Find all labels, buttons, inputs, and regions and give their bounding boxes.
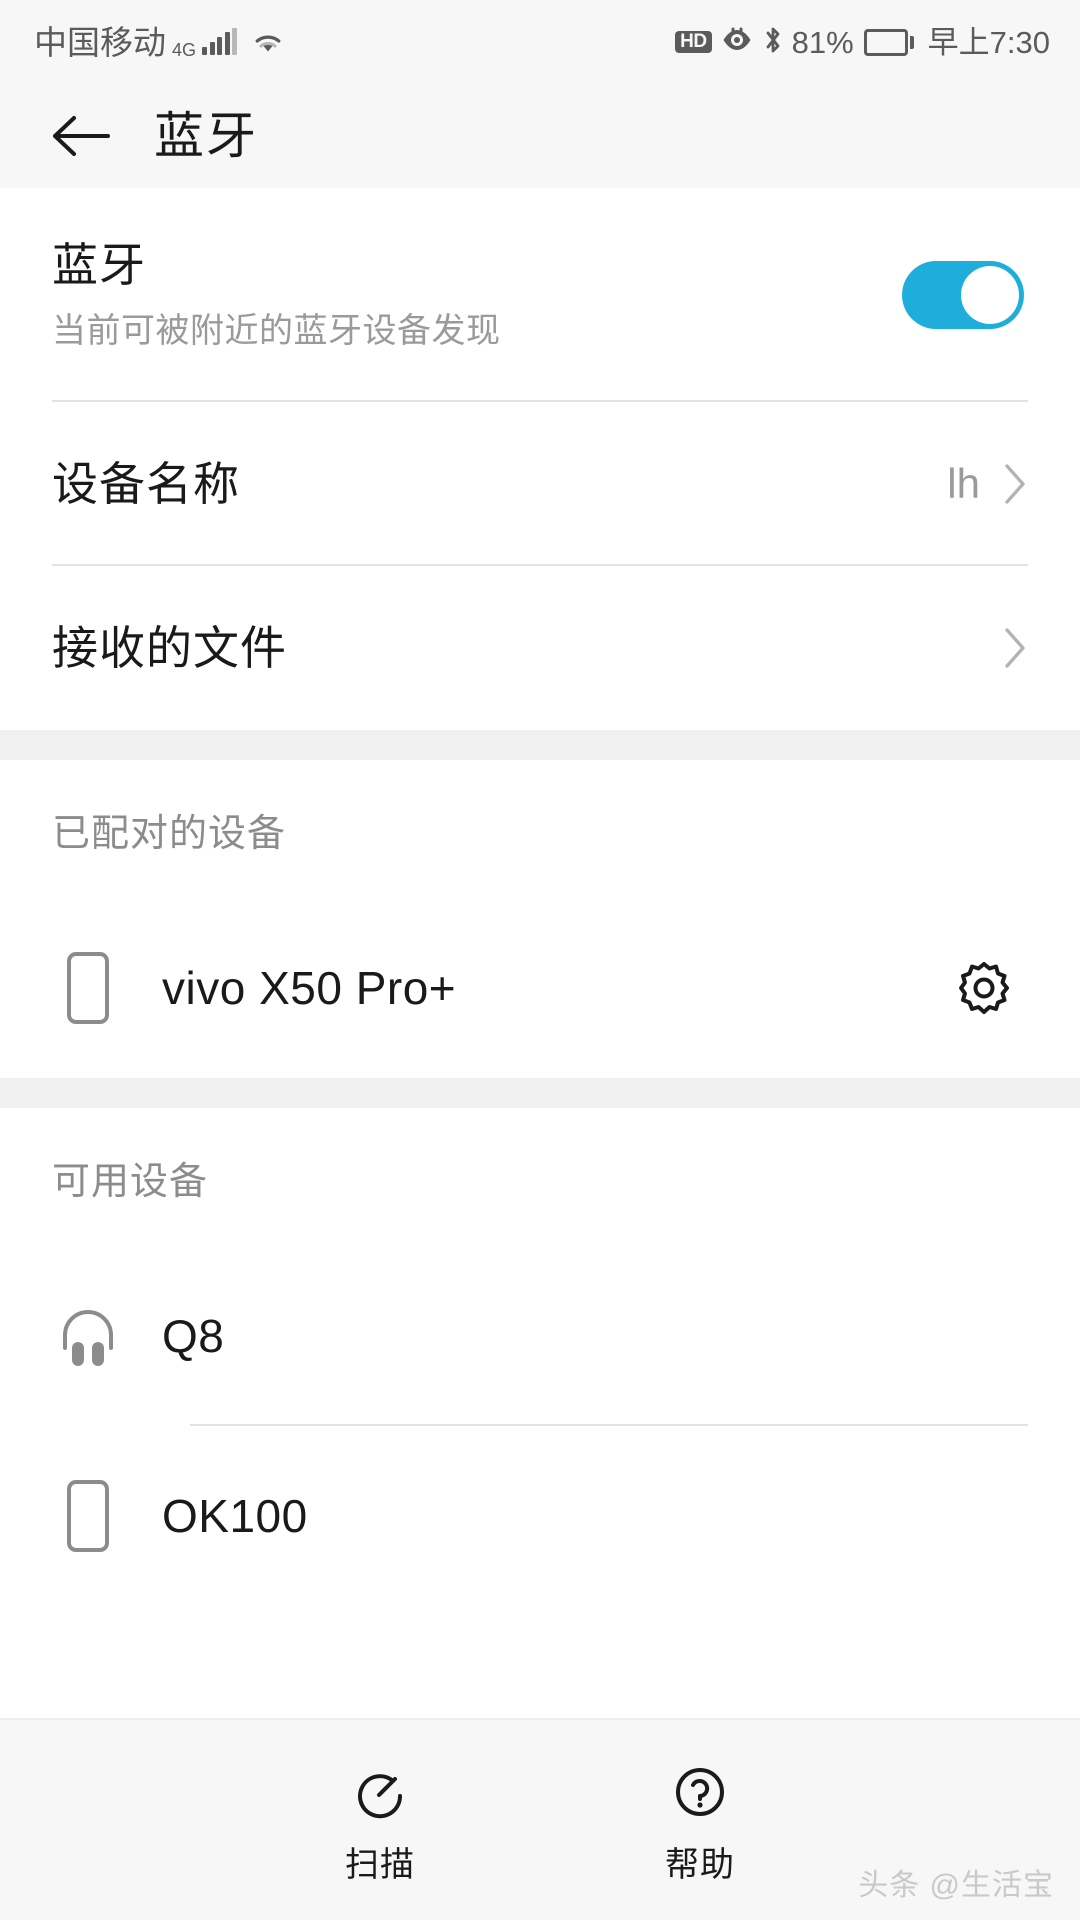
bottom-action-bar: 扫描 帮助 头条 @生活宝 xyxy=(0,1718,1080,1920)
bluetooth-subtitle: 当前可被附近的蓝牙设备发现 xyxy=(52,312,501,350)
device-name-value: lh xyxy=(947,460,980,507)
available-device-row[interactable]: Q8 xyxy=(0,1246,1080,1426)
battery-icon xyxy=(863,28,914,56)
back-button[interactable] xyxy=(46,101,116,171)
headphones-icon xyxy=(52,1304,124,1368)
bluetooth-toggle-row[interactable]: 蓝牙 当前可被附近的蓝牙设备发现 xyxy=(0,188,1080,402)
question-circle-icon xyxy=(665,1758,735,1830)
available-section-header: 可用设备 xyxy=(0,1108,1080,1246)
refresh-scan-icon xyxy=(345,1758,415,1830)
page-title: 蓝牙 xyxy=(154,108,258,164)
available-device-name: OK100 xyxy=(162,1490,308,1542)
chevron-right-icon xyxy=(1005,628,1025,668)
available-device-name: Q8 xyxy=(162,1310,225,1362)
clock-label: 早上7:30 xyxy=(927,24,1050,60)
available-device-info: Q8 xyxy=(52,1304,224,1368)
back-arrow-icon xyxy=(53,116,110,156)
device-name-row[interactable]: 设备名称 lh xyxy=(0,402,1080,566)
bluetooth-toggle-texts: 蓝牙 当前可被附近的蓝牙设备发现 xyxy=(52,242,501,348)
signal-icon xyxy=(202,28,238,55)
gear-icon xyxy=(959,962,1009,1014)
received-files-row[interactable]: 接收的文件 xyxy=(0,566,1080,730)
paired-device-name: vivo X50 Pro+ xyxy=(162,962,457,1014)
help-button[interactable]: 帮助 xyxy=(625,1758,775,1882)
paired-device-settings-button[interactable] xyxy=(944,948,1024,1028)
status-bar: 中国移动 4G HD 81% 早上7:30 xyxy=(0,0,1080,84)
watermark-label: 头条 @生活宝 xyxy=(858,1869,1054,1902)
paired-device-info: vivo X50 Pro+ xyxy=(52,950,456,1026)
help-label: 帮助 xyxy=(665,1846,735,1884)
bluetooth-icon xyxy=(762,24,784,61)
paired-device-row[interactable]: vivo X50 Pro+ xyxy=(0,898,1080,1078)
available-device-row[interactable]: OK100 xyxy=(0,1426,1080,1606)
settings-content: 蓝牙 当前可被附近的蓝牙设备发现 设备名称 lh 接收的文件 已配对的设备 vi… xyxy=(0,188,1080,1718)
paired-section-header: 已配对的设备 xyxy=(0,760,1080,898)
bluetooth-title: 蓝牙 xyxy=(52,239,146,291)
phone-icon xyxy=(52,1478,124,1554)
device-name-label: 设备名称 xyxy=(52,458,240,510)
received-files-label: 接收的文件 xyxy=(52,622,287,674)
eye-comfort-icon xyxy=(721,25,753,60)
status-bar-left: 中国移动 4G xyxy=(34,24,285,61)
chevron-right-icon xyxy=(1005,464,1025,504)
bluetooth-switch[interactable] xyxy=(902,261,1024,329)
status-bar-right: HD 81% 早上7:30 xyxy=(675,24,1050,61)
phone-icon xyxy=(52,950,124,1026)
wifi-icon xyxy=(251,29,285,55)
bluetooth-switch-knob xyxy=(961,266,1019,324)
carrier-label: 中国移动 xyxy=(34,23,166,61)
network-type-label: 4G xyxy=(172,39,197,60)
device-name-right: lh xyxy=(947,462,1028,506)
scan-button[interactable]: 扫描 xyxy=(305,1758,455,1882)
available-device-info: OK100 xyxy=(52,1478,308,1554)
battery-percent-label: 81% xyxy=(791,24,854,60)
app-bar: 蓝牙 xyxy=(0,84,1080,188)
hd-icon: HD xyxy=(675,30,712,54)
section-divider-band xyxy=(0,1078,1080,1108)
received-files-right xyxy=(1002,626,1028,670)
section-divider-band xyxy=(0,730,1080,760)
scan-label: 扫描 xyxy=(345,1846,415,1884)
phone-screen: 中国移动 4G HD 81% 早上7:30 蓝牙 蓝牙 当前可被附近的蓝牙设备发… xyxy=(0,0,1080,1920)
